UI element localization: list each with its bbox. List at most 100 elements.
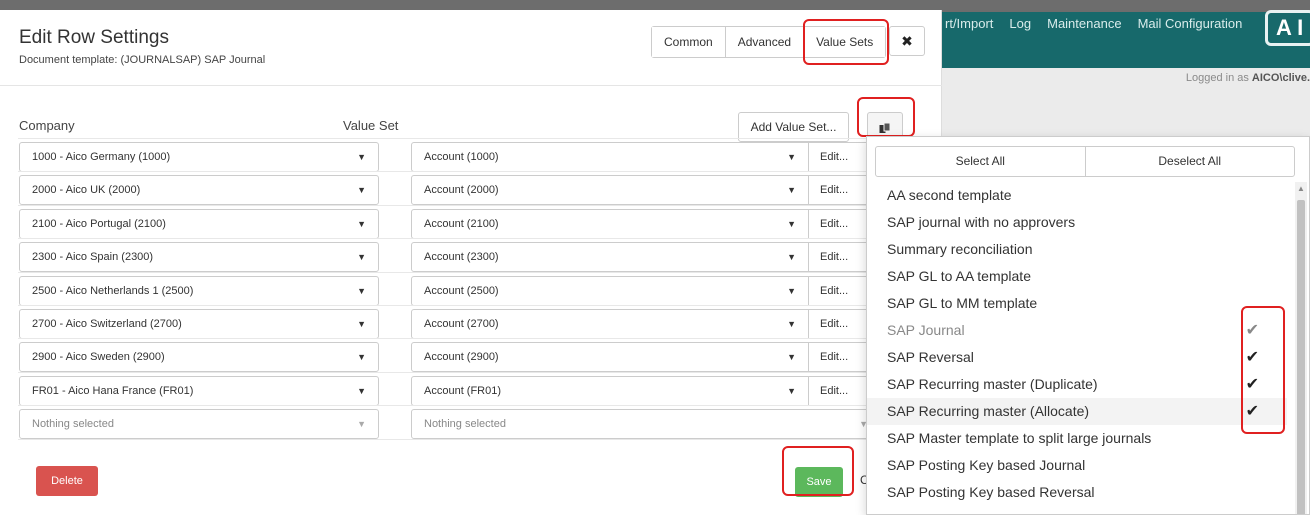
company-select-value: 2100 - Aico Portugal (2100) bbox=[32, 218, 166, 230]
value-set-select-value: Account (2100) bbox=[424, 218, 499, 230]
company-column-header: Company bbox=[19, 118, 75, 133]
row-divider bbox=[18, 305, 942, 306]
dropdown-scrollbar[interactable]: ▲ bbox=[1295, 182, 1307, 514]
app-logo: A I bbox=[1265, 10, 1310, 46]
select-all-button[interactable]: Select All bbox=[876, 147, 1086, 176]
edit-value-set-button[interactable]: Edit... bbox=[809, 276, 869, 306]
company-select-value: 2000 - Aico UK (2000) bbox=[32, 184, 141, 196]
edit-value-set-button[interactable]: Edit... bbox=[809, 376, 869, 406]
company-select[interactable]: 2000 - Aico UK (2000) ▼ bbox=[19, 175, 379, 205]
scroll-up-icon[interactable]: ▲ bbox=[1297, 184, 1305, 193]
chevron-down-icon: ▼ bbox=[787, 185, 796, 195]
template-option[interactable]: Accrual journal bbox=[867, 506, 1287, 514]
template-option[interactable]: SAP Master template to split large journ… bbox=[867, 425, 1287, 452]
chevron-down-icon: ▼ bbox=[357, 319, 366, 329]
template-option[interactable]: SAP Recurring master (Duplicate) ✔ bbox=[867, 371, 1287, 398]
company-select[interactable]: FR01 - Aico Hana France (FR01) ▼ bbox=[19, 376, 379, 406]
row-divider bbox=[18, 439, 942, 440]
chevron-down-icon: ▼ bbox=[357, 219, 366, 229]
edit-row-settings-modal: Edit Row Settings Document template: (JO… bbox=[0, 10, 942, 515]
value-set-select[interactable]: Account (2100) ▼ bbox=[411, 209, 809, 239]
nav-item-log[interactable]: Log bbox=[1009, 16, 1031, 31]
template-option[interactable]: SAP Reversal ✔ bbox=[867, 344, 1287, 371]
template-option[interactable]: SAP Recurring master (Allocate) ✔ bbox=[867, 398, 1287, 425]
template-option[interactable]: SAP Posting Key based Reversal bbox=[867, 479, 1287, 506]
value-set-select-value: Account (2500) bbox=[424, 285, 499, 297]
chevron-down-icon: ▼ bbox=[787, 152, 796, 162]
template-option-label: SAP Posting Key based Reversal bbox=[887, 484, 1095, 500]
company-select-value: 2900 - Aico Sweden (2900) bbox=[32, 351, 165, 363]
modal-title: Edit Row Settings bbox=[19, 27, 169, 48]
chevron-down-icon: ▼ bbox=[787, 319, 796, 329]
company-select[interactable]: 2300 - Aico Spain (2300) ▼ bbox=[19, 242, 379, 272]
edit-value-set-button[interactable]: Edit... bbox=[809, 309, 869, 339]
value-set-select-value: Account (2000) bbox=[424, 184, 499, 196]
value-set-select[interactable]: Account (2500) ▼ bbox=[411, 276, 809, 306]
company-select-value: 2300 - Aico Spain (2300) bbox=[32, 251, 154, 263]
edit-value-set-button[interactable]: Edit... bbox=[809, 242, 869, 272]
close-button[interactable]: ✖ bbox=[889, 26, 925, 56]
template-option[interactable]: SAP GL to MM template bbox=[867, 290, 1287, 317]
chevron-down-icon: ▼ bbox=[787, 352, 796, 362]
company-select[interactable]: 2700 - Aico Switzerland (2700) ▼ bbox=[19, 309, 379, 339]
value-set-select[interactable]: Account (FR01) ▼ bbox=[411, 376, 809, 406]
company-select-value: 2500 - Aico Netherlands 1 (2500) bbox=[32, 285, 194, 297]
highlight-checkmarks bbox=[1241, 306, 1285, 434]
chevron-down-icon: ▼ bbox=[357, 185, 366, 195]
row-divider bbox=[18, 405, 942, 406]
company-select[interactable]: 2100 - Aico Portugal (2100) ▼ bbox=[19, 209, 379, 239]
chevron-down-icon: ▼ bbox=[357, 152, 366, 162]
value-set-select[interactable]: Account (2300) ▼ bbox=[411, 242, 809, 272]
header-divider bbox=[0, 85, 942, 86]
close-icon: ✖ bbox=[901, 33, 913, 49]
tab-advanced[interactable]: Advanced bbox=[725, 27, 805, 57]
template-option-label: SAP Recurring master (Duplicate) bbox=[887, 376, 1098, 392]
template-option-label: SAP Recurring master (Allocate) bbox=[887, 403, 1090, 419]
value-set-select[interactable]: Account (1000) ▼ bbox=[411, 142, 809, 172]
template-option-label: SAP Journal bbox=[887, 322, 965, 338]
company-select[interactable]: 2900 - Aico Sweden (2900) ▼ bbox=[19, 342, 379, 372]
nav-item-import[interactable]: rt/Import bbox=[945, 16, 993, 31]
deselect-all-button[interactable]: Deselect All bbox=[1086, 147, 1295, 176]
app-nav: rt/Import Log Maintenance Mail Configura… bbox=[945, 16, 1242, 31]
template-option[interactable]: SAP Journal ✔ bbox=[867, 317, 1287, 344]
edit-value-set-button[interactable]: Edit... bbox=[809, 175, 869, 205]
row-divider bbox=[18, 171, 942, 172]
value-set-select[interactable]: Account (2900) ▼ bbox=[411, 342, 809, 372]
template-option-label: SAP Master template to split large journ… bbox=[887, 430, 1152, 446]
nav-item-maintenance[interactable]: Maintenance bbox=[1047, 16, 1121, 31]
template-option[interactable]: SAP journal with no approvers bbox=[867, 209, 1287, 236]
row-divider bbox=[18, 138, 942, 139]
value-set-select-value: Account (2300) bbox=[424, 251, 499, 263]
company-select[interactable]: 2500 - Aico Netherlands 1 (2500) ▼ bbox=[19, 276, 379, 306]
company-select-value: FR01 - Aico Hana France (FR01) bbox=[32, 385, 194, 397]
edit-value-set-button[interactable]: Edit... bbox=[809, 142, 869, 172]
value-set-select[interactable]: Nothing selected ▼ bbox=[411, 409, 881, 439]
edit-value-set-button[interactable]: Edit... bbox=[809, 342, 869, 372]
highlight-copy-button bbox=[857, 97, 915, 137]
row-divider bbox=[18, 272, 942, 273]
nav-item-mail-configuration[interactable]: Mail Configuration bbox=[1138, 16, 1243, 31]
scroll-thumb[interactable] bbox=[1297, 200, 1305, 514]
template-option[interactable]: AA second template bbox=[867, 182, 1287, 209]
template-option-label: SAP journal with no approvers bbox=[887, 214, 1076, 230]
template-option-label: Accrual journal bbox=[887, 511, 980, 514]
tab-common[interactable]: Common bbox=[652, 27, 726, 57]
template-option[interactable]: SAP Posting Key based Journal bbox=[867, 452, 1287, 479]
template-option-label: SAP GL to MM template bbox=[887, 295, 1038, 311]
template-option[interactable]: Summary reconciliation bbox=[867, 236, 1287, 263]
logged-in-status: Logged in as AICO\clive. bbox=[1185, 72, 1310, 84]
company-select[interactable]: 1000 - Aico Germany (1000) ▼ bbox=[19, 142, 379, 172]
template-option-label: SAP GL to AA template bbox=[887, 268, 1031, 284]
value-set-select[interactable]: Account (2700) ▼ bbox=[411, 309, 809, 339]
value-set-select[interactable]: Account (2000) ▼ bbox=[411, 175, 809, 205]
delete-button[interactable]: Delete bbox=[36, 466, 98, 496]
edit-value-set-button[interactable]: Edit... bbox=[809, 209, 869, 239]
chevron-down-icon: ▼ bbox=[787, 252, 796, 262]
template-option[interactable]: SAP GL to AA template bbox=[867, 263, 1287, 290]
company-select-value: Nothing selected bbox=[32, 418, 114, 430]
value-set-select-value: Account (2900) bbox=[424, 351, 499, 363]
template-option-label: AA second template bbox=[887, 187, 1012, 203]
company-select[interactable]: Nothing selected ▼ bbox=[19, 409, 379, 439]
modal-subtitle: Document template: (JOURNALSAP) SAP Jour… bbox=[19, 54, 266, 66]
